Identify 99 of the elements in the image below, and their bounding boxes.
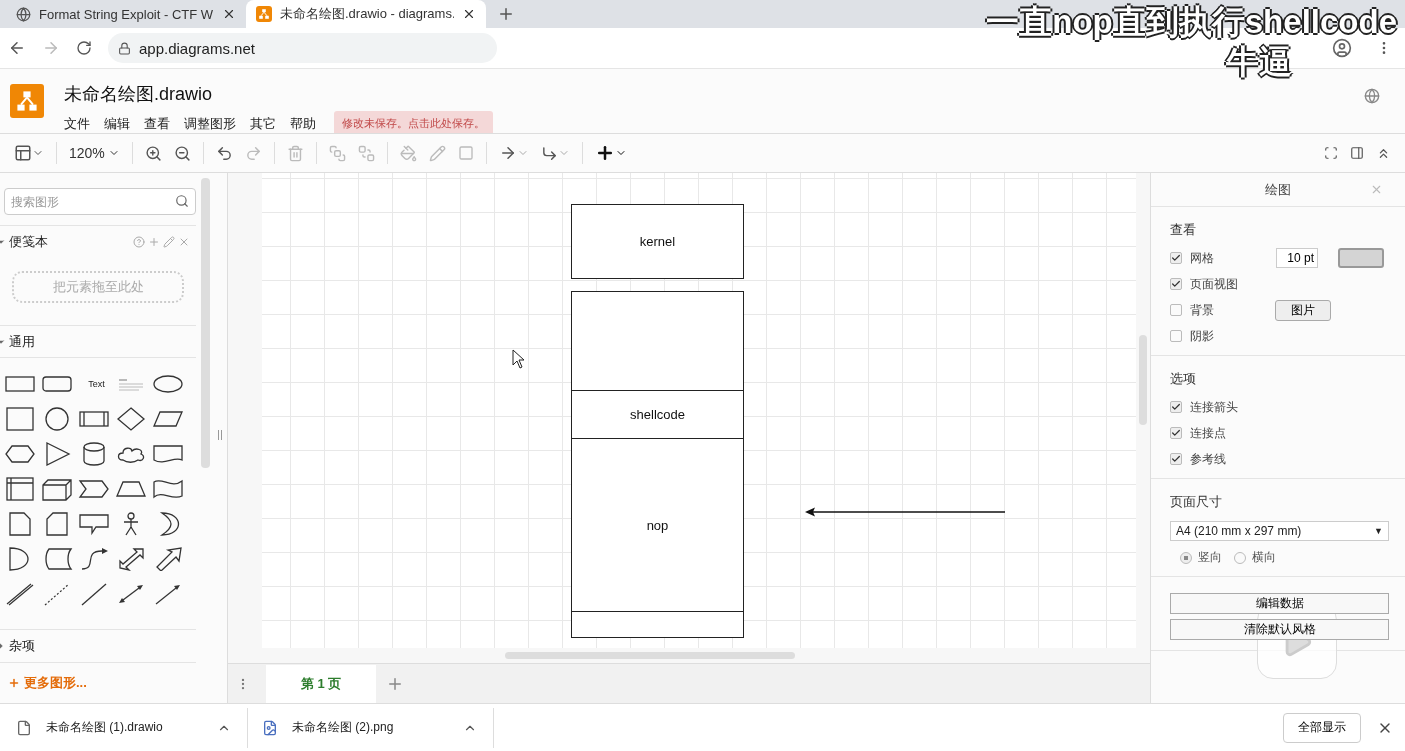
section-heading: 查看 — [1170, 221, 1197, 239]
close-icon[interactable] — [462, 7, 476, 21]
drawio-logo-icon — [10, 84, 44, 118]
show-all-button[interactable]: 全部显示 — [1283, 712, 1361, 743]
option-label: 页面视图 — [1190, 275, 1239, 293]
scrollbar[interactable] — [1139, 335, 1147, 425]
video-subtitle: 牛逼 — [1226, 42, 1292, 82]
option-label: 阴影 — [1190, 327, 1215, 345]
diagram-block[interactable]: kernel — [571, 204, 744, 279]
radio-button[interactable] — [1234, 551, 1246, 564]
layout-button[interactable] — [14, 144, 44, 162]
image-file-icon — [262, 719, 278, 736]
splitter-handle[interactable] — [218, 430, 222, 440]
download-item[interactable]: 未命名绘图 (1).drawio — [16, 707, 248, 748]
close-icon[interactable] — [222, 7, 236, 21]
stack-block[interactable]: shellcode nop — [571, 291, 744, 638]
text-shape[interactable]: Text — [88, 378, 105, 389]
drawio-logo-icon — [256, 6, 272, 22]
download-item[interactable]: 未命名绘图 (2).png — [262, 707, 494, 748]
page-size-select[interactable]: A4 (210 mm x 297 mm) ▼ — [1170, 521, 1389, 541]
checkbox[interactable] — [1170, 252, 1182, 264]
zoom-dropdown[interactable]: 120% — [69, 145, 120, 161]
video-subtitle: 一直nop直到执行shellcode — [986, 2, 1397, 42]
line-color-icon[interactable] — [428, 144, 446, 162]
search-icon[interactable] — [175, 194, 189, 208]
back-button[interactable] — [8, 39, 26, 57]
diamond-icon[interactable] — [115, 406, 147, 431]
internal-storage-icon[interactable] — [4, 476, 36, 501]
file-name: 未命名绘图 (2).png — [292, 719, 395, 736]
lock-icon — [118, 41, 131, 55]
menu-item[interactable]: 调整图形 — [184, 114, 236, 133]
checkbox[interactable] — [1170, 330, 1182, 342]
menu-item[interactable]: 文件 — [64, 114, 90, 133]
zoom-out-icon[interactable] — [173, 144, 191, 162]
checkbox[interactable] — [1170, 278, 1182, 290]
scrollbar[interactable] — [505, 652, 795, 659]
url-text: app.diagrams.net — [139, 39, 255, 57]
plus-icon — [497, 5, 515, 23]
elbow-connector-icon — [540, 144, 558, 162]
checkbox[interactable] — [1170, 453, 1182, 465]
format-panel-icon[interactable] — [1350, 146, 1364, 160]
zoom-in-icon[interactable] — [144, 144, 162, 162]
globe-icon — [16, 6, 31, 22]
canvas[interactable]: kernel shellcode nop — [262, 173, 1136, 648]
waypoints-button[interactable] — [540, 144, 570, 162]
address-bar[interactable]: app.diagrams.net — [108, 33, 497, 63]
grid-color-swatch[interactable] — [1338, 248, 1384, 268]
close-icon — [1370, 183, 1383, 196]
panel-button[interactable]: 清除默认风格 — [1170, 619, 1389, 640]
undo-icon[interactable] — [215, 144, 233, 162]
file-icon — [16, 719, 32, 736]
radio-button[interactable] — [1180, 551, 1192, 564]
image-button[interactable]: 图片 — [1275, 299, 1331, 321]
menu-item[interactable]: 其它 — [250, 114, 276, 133]
page-tab[interactable]: 第 1 页 — [266, 664, 376, 703]
profile-icon[interactable] — [1332, 38, 1352, 58]
section-title[interactable]: 便笺本 — [9, 232, 130, 251]
plus-icon — [8, 676, 20, 689]
square-icon[interactable] — [4, 406, 36, 431]
block-label: shellcode — [630, 407, 685, 422]
language-icon[interactable] — [1364, 88, 1380, 104]
double-line-icon[interactable] — [4, 581, 36, 606]
zoom-value: 120% — [69, 145, 105, 161]
block-label: nop — [646, 517, 669, 533]
option-label: 背景 — [1190, 301, 1215, 319]
menu-item[interactable]: 查看 — [144, 114, 170, 133]
radio-label: 竖向 — [1198, 549, 1222, 566]
option-label: 连接点 — [1190, 424, 1227, 442]
option-label: 连接箭头 — [1190, 398, 1239, 416]
link-text: 更多图形... — [24, 673, 87, 692]
checkbox[interactable] — [1170, 427, 1182, 439]
checkbox[interactable] — [1170, 304, 1182, 316]
fill-color-icon[interactable] — [399, 144, 417, 162]
browser-tab[interactable]: 未命名绘图.drawio - diagrams. — [246, 0, 486, 28]
section-title[interactable]: 杂项 — [9, 636, 196, 655]
menu-item[interactable]: 帮助 — [290, 114, 316, 133]
browser-tab[interactable]: Format String Exploit - CTF W — [6, 0, 246, 28]
checkbox[interactable] — [1170, 401, 1182, 413]
fullscreen-icon[interactable] — [1324, 146, 1338, 160]
arrow[interactable] — [805, 507, 1005, 517]
cube-icon[interactable] — [41, 476, 73, 501]
option-label: 参考线 — [1190, 450, 1227, 468]
search-field[interactable]: 搜索图形 — [4, 188, 196, 215]
grid-size-field[interactable]: 10 pt — [1276, 248, 1318, 268]
section-title[interactable]: 通用 — [9, 332, 196, 351]
reload-button[interactable] — [76, 40, 92, 56]
scrollbar[interactable] — [201, 178, 210, 468]
file-name: 未命名绘图 (1).drawio — [46, 719, 164, 736]
panel-title: 绘图 — [1265, 180, 1291, 199]
section-heading: 选项 — [1170, 370, 1197, 388]
panel-layout-icon — [14, 144, 32, 162]
radio-label: 横向 — [1252, 549, 1276, 566]
file-title[interactable]: 未命名绘图.drawio — [64, 82, 1344, 106]
option-label: 网格 — [1190, 249, 1215, 267]
panel-button[interactable]: 编辑数据 — [1170, 593, 1389, 614]
mouse-cursor-icon — [512, 349, 526, 369]
section-heading: 页面尺寸 — [1170, 493, 1223, 511]
callout-icon[interactable] — [78, 511, 110, 536]
menu-item[interactable]: 编辑 — [104, 114, 130, 133]
